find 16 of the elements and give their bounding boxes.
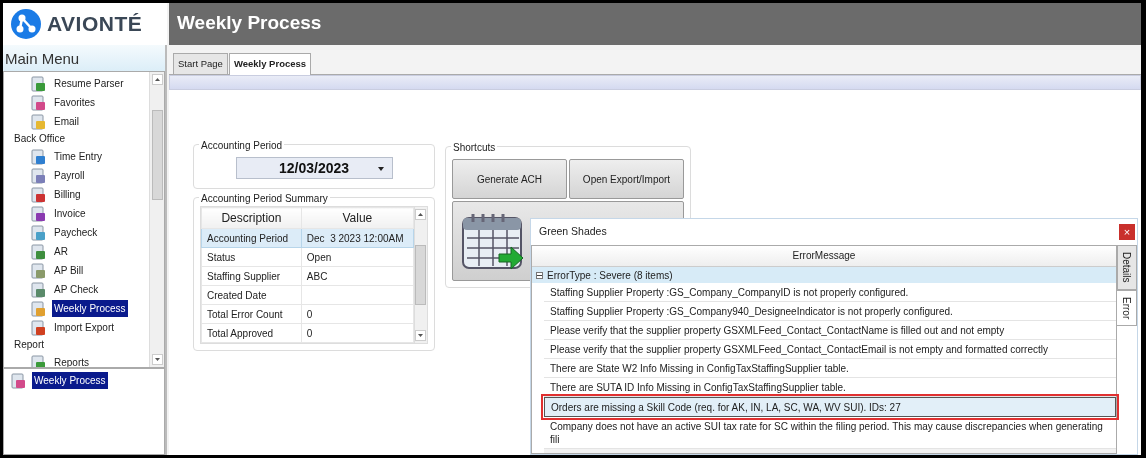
group-label: Accounting Period Summary [199, 191, 330, 207]
page-title: Weekly Process [169, 3, 1141, 45]
logo-text: AVIONTÉ [47, 11, 143, 38]
table-cell: Created Date [201, 285, 302, 305]
table-cell: Open [301, 247, 414, 267]
table-cell: Total Approved [201, 323, 302, 343]
group-row-label: ErrorType : Severe (8 items) [547, 268, 673, 283]
sidebar-title: Main Menu [3, 45, 165, 71]
dialog-title: Green Shades [539, 224, 607, 240]
table-cell: 0 [301, 304, 414, 324]
table-cell: 0 [301, 323, 414, 343]
table-cell: Status [201, 247, 302, 267]
table-cell: ABC [301, 266, 414, 286]
table-cell: Total Error Count [201, 304, 302, 324]
group-label: Accounting Period [199, 138, 285, 154]
table-cell: Staffing Supplier [201, 266, 302, 286]
